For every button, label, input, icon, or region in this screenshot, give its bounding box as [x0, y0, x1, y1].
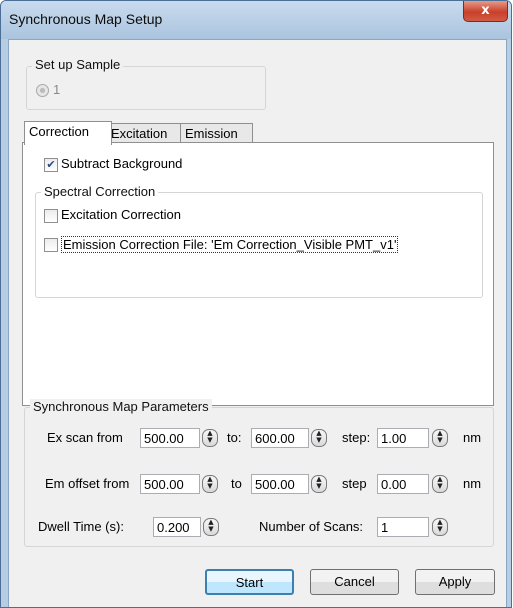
dwell-time-label: Dwell Time (s): [38, 519, 124, 534]
close-button[interactable]: x [463, 1, 508, 22]
start-button-label: Start [235, 575, 264, 590]
setup-sample-group [26, 66, 266, 110]
ex-scan-to-input[interactable]: 600.00 [251, 428, 309, 448]
start-button[interactable]: Start [205, 569, 294, 595]
ex-scan-from-spinner[interactable]: ▲ ▼ [202, 429, 218, 447]
dwell-time-input[interactable]: 0.200 [153, 517, 201, 537]
em-offset-step-input[interactable]: 0.00 [377, 474, 429, 494]
emission-correction-label: Emission Correction File: 'Em Correction… [61, 236, 399, 253]
ex-scan-label: Ex scan from [47, 430, 123, 445]
ex-scan-from-input[interactable]: 500.00 [140, 428, 200, 448]
apply-button-label: Apply [438, 574, 472, 589]
ex-scan-to-spinner[interactable]: ▲ ▼ [311, 429, 327, 447]
tab-excitation-label: Excitation [111, 126, 168, 141]
ex-scan-to-label: to: [227, 430, 242, 445]
subtract-background-checkbox[interactable]: ✔ [44, 158, 58, 172]
sample-radio[interactable] [36, 84, 49, 97]
tab-correction-label: Correction [29, 124, 89, 139]
cancel-button-label: Cancel [334, 574, 375, 589]
dialog-window: Synchronous Map Setup x Set up Sample 1 … [0, 0, 512, 608]
map-parameters-label: Synchronous Map Parameters [30, 399, 212, 414]
tab-emission-label: Emission [185, 126, 238, 141]
em-offset-to-input[interactable]: 500.00 [251, 474, 309, 494]
close-icon: x [481, 3, 490, 18]
emission-correction-checkbox[interactable] [44, 238, 58, 252]
number-of-scans-label: Number of Scans: [259, 519, 364, 534]
excitation-correction-label: Excitation Correction [61, 207, 181, 222]
ex-scan-step-input[interactable]: 1.00 [377, 428, 429, 448]
dialog-body: Set up Sample 1 Correction Excitation Em… [8, 39, 507, 607]
em-offset-from-spinner[interactable]: ▲ ▼ [202, 475, 218, 493]
ex-scan-step-spinner[interactable]: ▲ ▼ [432, 429, 448, 447]
dwell-time-spinner[interactable]: ▲ ▼ [203, 518, 219, 536]
checkmark-icon: ✔ [46, 158, 56, 171]
excitation-correction-checkbox[interactable] [44, 209, 58, 223]
subtract-background-label: Subtract Background [61, 156, 183, 171]
em-offset-from-input[interactable]: 500.00 [140, 474, 200, 494]
setup-sample-label: Set up Sample [32, 57, 124, 72]
correction-tab-panel: ✔ Subtract Background Spectral Correctio… [22, 142, 494, 406]
spectral-correction-label: Spectral Correction [41, 184, 159, 199]
cancel-button[interactable]: Cancel [310, 569, 399, 595]
ex-scan-unit: nm [463, 430, 482, 445]
apply-button[interactable]: Apply [415, 569, 495, 595]
title-bar[interactable]: Synchronous Map Setup x [1, 1, 511, 39]
em-offset-to-spinner[interactable]: ▲ ▼ [311, 475, 327, 493]
tab-correction[interactable]: Correction [24, 121, 112, 145]
em-offset-unit: nm [463, 476, 482, 491]
ex-scan-step-label: step: [342, 430, 371, 445]
number-of-scans-input[interactable]: 1 [377, 517, 429, 537]
window-title: Synchronous Map Setup [9, 11, 163, 27]
sample-radio-label: 1 [53, 82, 61, 97]
em-offset-step-label: step [342, 476, 367, 491]
em-offset-step-spinner[interactable]: ▲ ▼ [432, 475, 448, 493]
em-offset-label: Em offset from [45, 476, 130, 491]
number-of-scans-spinner[interactable]: ▲ ▼ [432, 518, 448, 536]
em-offset-to-label: to [231, 476, 242, 491]
